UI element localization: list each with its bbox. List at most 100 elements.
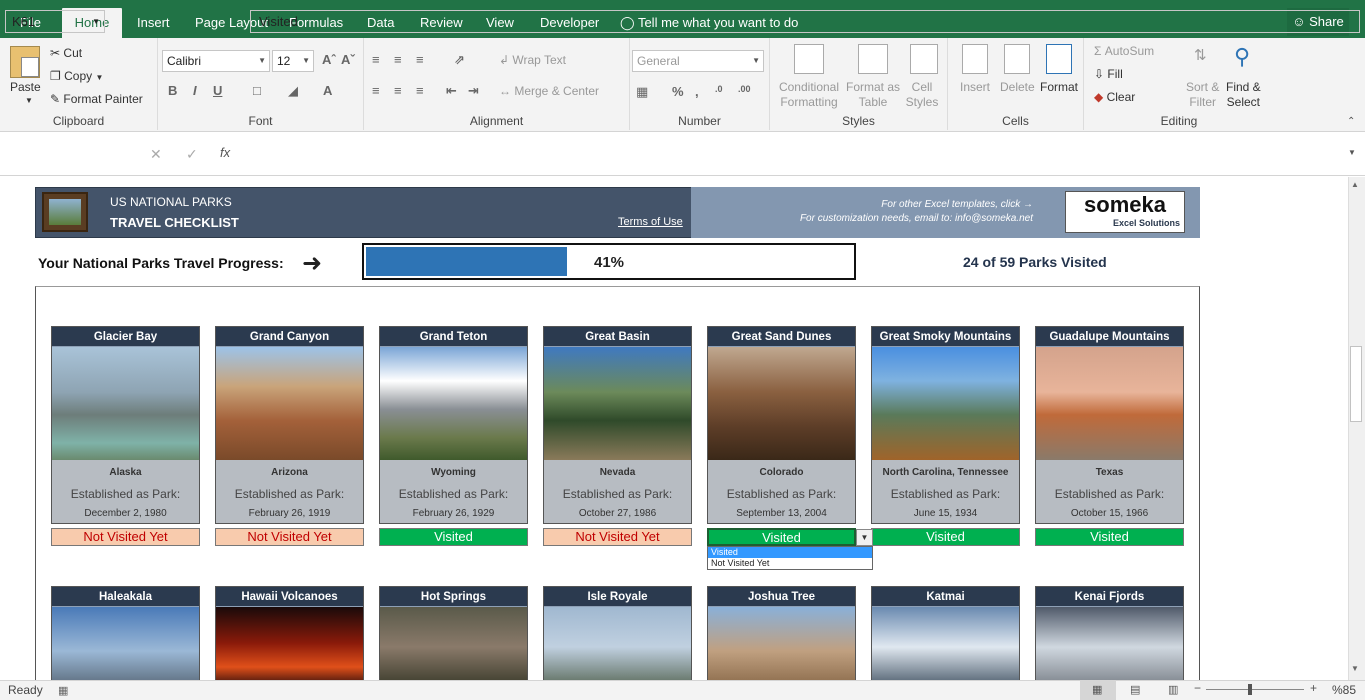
park-card: Joshua Tree [707,586,856,686]
number-format-select[interactable]: General ▼ [632,50,764,72]
park-name: Guadalupe Mountains [1036,327,1183,347]
decrease-indent-icon[interactable]: ⇤ [446,83,457,99]
sort-filter-button[interactable]: Sort & Filter [1186,80,1219,110]
wrap-text-button[interactable]: ↲ Wrap Text [499,53,566,67]
conditional-formatting-button[interactable]: Conditional Formatting [777,80,841,110]
decrease-font-icon[interactable]: Aˇ [341,52,355,67]
align-bottom-icon[interactable]: ≡ [416,52,424,67]
font-size-select[interactable]: 12 ▼ [272,50,314,72]
park-status-cell[interactable]: Not Visited Yet [215,528,364,546]
dropdown-option-not-visited[interactable]: Not Visited Yet [708,558,872,569]
clear-button[interactable]: ◆ Clear [1094,90,1135,104]
cell-styles-button[interactable]: Cell Styles [902,80,942,110]
tab-insert[interactable]: Insert [127,8,180,38]
align-left-icon[interactable]: ≡ [372,83,380,98]
scrollbar-thumb[interactable] [1350,346,1362,422]
autosum-label: AutoSum [1104,44,1155,58]
templates-link-text[interactable]: For other Excel templates, click → [760,199,1033,210]
formula-input[interactable]: Visited [250,10,1360,33]
align-middle-icon[interactable]: ≡ [394,52,402,67]
zoom-in-button[interactable]: + [1310,681,1317,695]
alignment-group-label: Alignment [469,114,524,128]
insert-cells-button[interactable]: Insert [960,80,990,94]
collapse-ribbon-icon[interactable]: ⌃ [1347,116,1355,127]
page-break-view-icon[interactable]: ▥ [1168,683,1178,696]
increase-font-icon[interactable]: Aˆ [322,52,336,67]
paste-button[interactable]: Paste [10,80,41,94]
someka-logo[interactable]: someka Excel Solutions [1065,191,1185,233]
park-name: Glacier Bay [52,327,199,347]
align-right-icon[interactable]: ≡ [416,83,424,98]
increase-indent-icon[interactable]: ⇥ [468,83,479,99]
park-status-cell[interactable]: Visited [871,528,1020,546]
park-status-cell[interactable]: Visited [1035,528,1184,546]
autosum-button[interactable]: Σ AutoSum [1094,44,1154,58]
cancel-icon[interactable]: ✕ [150,146,162,163]
delete-cells-button[interactable]: Delete [1000,80,1035,94]
fill-button[interactable]: ⇩ Fill [1094,67,1123,81]
established-label: Established as Park: [70,487,181,501]
orientation-icon[interactable]: ⇗ [454,52,465,68]
window-logo-icon [42,192,88,232]
decrease-decimal-icon[interactable]: .00 [738,84,751,94]
status-dropdown-button[interactable]: ▼ [856,529,873,546]
align-top-icon[interactable]: ≡ [372,52,380,67]
terms-of-use-link[interactable]: Terms of Use [618,216,683,228]
fill-down-icon: ⇩ [1094,67,1105,81]
zoom-slider-track[interactable] [1206,689,1304,690]
italic-button[interactable]: I [193,83,197,98]
format-painter-button[interactable]: ✎ Format Painter [50,92,143,106]
zoom-out-button[interactable]: − [1194,681,1201,695]
format-as-label: Format as [845,80,900,94]
bold-button[interactable]: B [168,83,177,98]
format-cells-button[interactable]: Format [1040,80,1078,94]
vertical-scrollbar[interactable] [1348,177,1365,680]
percent-button[interactable]: % [672,84,684,99]
styles-group-label: Styles [842,114,875,128]
paintbrush-icon: ✎ [50,92,61,106]
zoom-slider-thumb[interactable] [1248,684,1252,695]
ready-status: Ready [8,683,43,697]
copy-button[interactable]: ❐ Copy ▼ [50,69,103,83]
macro-record-icon[interactable]: ▦ [58,684,68,697]
park-name: Grand Teton [380,327,527,347]
name-box[interactable]: K61 ▼ [5,10,105,33]
normal-view-button[interactable]: ▦ [1080,680,1116,700]
fill-label: Fill [1107,67,1123,81]
cut-button[interactable]: ✂ Cut [50,46,82,60]
expand-formula-icon[interactable]: ▼ [1348,148,1356,157]
logo-sub-text: Excel Solutions [1112,218,1180,228]
comma-icon[interactable]: , [695,84,699,99]
merge-center-label: Merge & Center [514,84,600,98]
increase-decimal-icon[interactable]: .0 [715,84,723,94]
underline-button[interactable]: U [213,83,222,98]
fill-color-icon[interactable]: ◢ [288,83,298,99]
cell-label: Cell [911,80,933,94]
filter-label: Filter [1189,95,1217,109]
park-status-cell[interactable]: Visited [379,528,528,546]
font-name-select[interactable]: Calibri ▼ [162,50,270,72]
align-center-icon[interactable]: ≡ [394,83,402,98]
merge-center-button[interactable]: ↔ Merge & Center [499,84,599,98]
park-card: Grand Teton Wyoming Established as Park: Fe… [379,326,528,524]
format-as-table-icon [858,44,888,74]
page-layout-view-icon[interactable]: ▤ [1130,683,1140,696]
find-select-button[interactable]: Find & Select [1226,80,1261,110]
park-status-cell[interactable]: Visited [707,528,856,546]
scroll-down-icon[interactable]: ▼ [1351,664,1359,673]
status-dropdown-list[interactable]: Visited Not Visited Yet [707,546,873,570]
park-status-cell[interactable]: Not Visited Yet [543,528,692,546]
paste-dropdown-icon[interactable]: ▼ [25,96,33,105]
font-color-icon[interactable]: A [323,83,332,98]
park-photo [708,347,855,460]
format-as-table-button[interactable]: Format as Table [844,80,902,110]
currency-icon[interactable]: ▦ [636,84,648,100]
insert-function-button[interactable]: fx [220,145,230,160]
borders-icon[interactable]: □ [253,83,261,98]
park-status-cell[interactable]: Not Visited Yet [51,528,200,546]
enter-icon[interactable]: ✓ [186,146,198,163]
copy-label: Copy [64,69,93,83]
scroll-up-icon[interactable]: ▲ [1351,180,1359,189]
dropdown-option-visited[interactable]: Visited [708,547,872,558]
zoom-level[interactable]: %85 [1332,683,1356,697]
